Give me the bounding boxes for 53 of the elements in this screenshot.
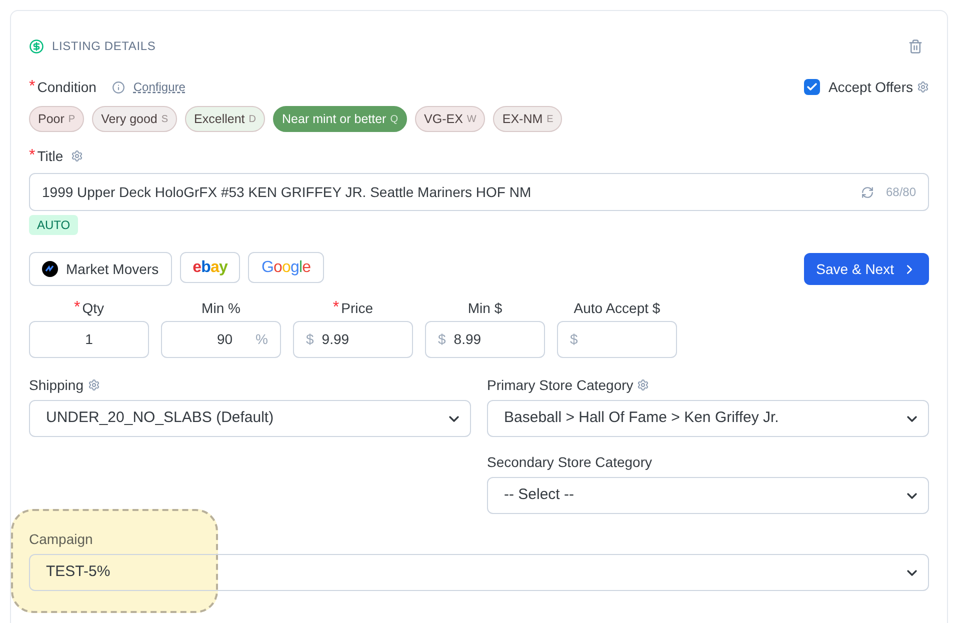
secondary-category-label: Secondary Store Category [487, 452, 652, 472]
campaign-select[interactable]: TEST-5% [29, 554, 929, 591]
dollar-circle-icon [29, 38, 44, 54]
field-label: Price [341, 298, 374, 318]
shipping-select[interactable]: UNDER_20_NO_SLABS (Default) [29, 400, 471, 437]
percent-suffix: % [256, 330, 269, 349]
condition-chip[interactable]: VG-EX W [415, 106, 486, 132]
field-label: Qty [82, 298, 104, 318]
shipping-label: Shipping [29, 376, 84, 395]
number-input[interactable]: 90 % [161, 321, 281, 358]
primary-category-select[interactable]: Baseball > Hall Of Fame > Ken Griffey Jr. [487, 400, 929, 437]
condition-chip[interactable]: Excellent D [185, 106, 266, 132]
section-title: LISTING DETAILS [52, 38, 156, 55]
auto-badge: AUTO [29, 215, 78, 235]
chart-logo-icon [42, 261, 58, 277]
check-icon [806, 81, 818, 93]
refresh-icon[interactable] [860, 186, 874, 198]
configure-link[interactable]: Configure [133, 78, 186, 96]
accept-offers-label: Accept Offers [828, 78, 913, 97]
field-label: Min $ [468, 298, 502, 318]
dollar-prefix: $ [437, 330, 446, 349]
title-label: Title [37, 146, 64, 166]
required-mark: * [74, 298, 80, 318]
required-mark: * [332, 298, 340, 318]
secondary-category-select[interactable]: -- Select -- [487, 477, 929, 514]
trash-icon[interactable] [908, 38, 923, 54]
number-input[interactable]: $ 9.99 [293, 321, 413, 358]
settings-icon[interactable] [637, 379, 650, 391]
primary-category-label: Primary Store Category [487, 376, 634, 395]
field-label: Min % [202, 298, 240, 318]
info-icon [112, 80, 126, 94]
condition-label: Condition [37, 78, 96, 96]
title-input[interactable]: 1999 Upper Deck HoloGrFX #53 KEN GRIFFEY JR. Seattle Mariners HOF NM 68/80 [29, 173, 929, 211]
market-movers-button[interactable]: Market Movers [29, 252, 172, 286]
required-mark: * [29, 146, 36, 166]
number-input[interactable]: $ 8.99 [425, 321, 545, 358]
settings-icon[interactable] [71, 150, 84, 162]
field-label: Auto Accept $ [574, 298, 660, 318]
accept-offers-checkbox[interactable] [804, 79, 820, 95]
dollar-prefix: $ [305, 330, 314, 349]
settings-icon[interactable] [88, 379, 100, 391]
campaign-label: Campaign [29, 530, 93, 549]
condition-chip[interactable]: EX-NM E [493, 106, 562, 132]
ebay-button[interactable]: ebay [180, 252, 240, 283]
save-next-button[interactable]: Save & Next [804, 253, 929, 285]
settings-icon[interactable] [917, 81, 929, 93]
required-mark: * [29, 77, 36, 97]
condition-chip[interactable]: Very good S [92, 106, 178, 132]
condition-chip[interactable]: Poor P [29, 106, 84, 132]
dollar-prefix: $ [569, 330, 578, 349]
number-input[interactable]: 1 [29, 321, 149, 358]
google-button[interactable]: Google [248, 252, 324, 283]
char-counter: 68/80 [886, 184, 916, 201]
